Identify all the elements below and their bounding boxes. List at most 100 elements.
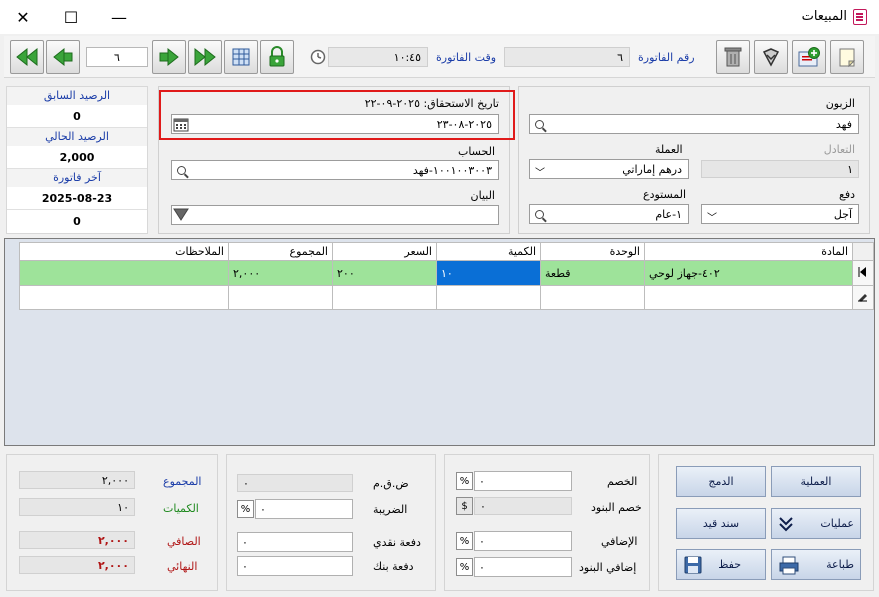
item-discount-label: خصم البنود bbox=[591, 501, 642, 514]
next-record-button[interactable] bbox=[152, 40, 186, 74]
cell-unit[interactable] bbox=[540, 285, 645, 310]
toolbar: ٦ ١٠:٤٥ وقت الفاتورة ٦ رقم الفاتورة bbox=[4, 36, 875, 78]
column-header-unit[interactable]: الوحدة bbox=[540, 242, 645, 261]
cell-item[interactable]: ٤٠٢-جهاز لوحي bbox=[644, 260, 853, 286]
save-label: حفظ bbox=[718, 558, 741, 571]
print-button[interactable]: طباعة bbox=[771, 549, 861, 580]
currency-select[interactable]: درهم إماراتي bbox=[529, 159, 689, 179]
discount-percent-toggle[interactable]: % bbox=[456, 472, 473, 490]
last-invoice-date: 2025-08-23 bbox=[7, 187, 147, 210]
total-value: ٢,٠٠٠ bbox=[19, 471, 135, 489]
search-icon bbox=[176, 165, 186, 175]
column-header-item[interactable]: المادة bbox=[644, 242, 853, 261]
trash-icon bbox=[724, 47, 742, 67]
vat-field: ٠ bbox=[237, 474, 353, 492]
customer-search-button[interactable] bbox=[529, 115, 549, 133]
cell-price[interactable] bbox=[332, 285, 437, 310]
column-header-price[interactable]: السعر bbox=[332, 242, 437, 261]
account-search-button[interactable] bbox=[171, 161, 191, 179]
item-discount-field: ٠ bbox=[474, 497, 572, 515]
cell-total[interactable] bbox=[228, 285, 333, 310]
due-date-label: تاريخ الاستحقاق: ٢٠٢٥-٠٩-٢٢ bbox=[364, 97, 499, 110]
last-record-button[interactable] bbox=[188, 40, 222, 74]
cell-item[interactable] bbox=[644, 285, 853, 310]
add-button[interactable] bbox=[792, 40, 826, 74]
cell-qty[interactable]: ١٠ bbox=[436, 260, 541, 286]
calendar-icon[interactable] bbox=[173, 116, 189, 132]
cash-payment-input[interactable]: ٠ bbox=[237, 532, 353, 552]
operations-button[interactable]: عمليات bbox=[771, 508, 861, 539]
arrow-left-icon bbox=[53, 47, 73, 67]
tax-panel: ٠ ض.ق.م % ٠ الضريبة ٠ دفعة نقدي ٠ دفعة ب… bbox=[226, 454, 436, 591]
invoice-date-input[interactable]: ٢٠٢٥-٠٨-٢٣ bbox=[171, 114, 499, 134]
payment-select[interactable]: آجل bbox=[701, 204, 859, 224]
clock-icon bbox=[310, 49, 326, 65]
search-icon bbox=[534, 119, 544, 129]
minimize-button[interactable]: — bbox=[96, 0, 142, 34]
filter-icon[interactable] bbox=[173, 207, 189, 223]
double-arrow-left-icon bbox=[16, 47, 38, 67]
cell-total[interactable]: ٢,٠٠٠ bbox=[228, 260, 333, 286]
currency-label: العملة bbox=[655, 143, 683, 156]
warehouse-input[interactable]: ١-عام bbox=[529, 204, 689, 224]
first-record-button[interactable] bbox=[10, 40, 44, 74]
discount-input[interactable]: ٠ bbox=[474, 471, 572, 491]
total-label: المجموع bbox=[163, 475, 202, 488]
net-label: الصافي bbox=[167, 535, 201, 548]
title-bar: ✕ ☐ — المبيعات bbox=[0, 0, 879, 34]
column-header-total[interactable]: المجموع bbox=[228, 242, 333, 261]
prev-record-button[interactable] bbox=[46, 40, 80, 74]
warehouse-search-button[interactable] bbox=[529, 205, 549, 223]
operation-button[interactable]: العملية bbox=[771, 466, 861, 497]
item-extra-percent-toggle[interactable]: % bbox=[456, 558, 473, 576]
item-discount-currency-toggle[interactable]: $ bbox=[456, 497, 473, 515]
extra-input[interactable]: ٠ bbox=[474, 531, 572, 551]
merge-button[interactable]: الدمج bbox=[676, 466, 766, 497]
new-row-selector[interactable] bbox=[852, 285, 874, 310]
items-grid: الملاحظات المجموع السعر الكمية الوحدة ال… bbox=[4, 238, 875, 446]
record-number-input[interactable]: ٦ bbox=[86, 47, 148, 67]
window-title: المبيعات bbox=[801, 9, 847, 24]
invoice-number-label: رقم الفاتورة bbox=[638, 51, 695, 64]
grid-view-button[interactable] bbox=[224, 40, 258, 74]
totals-panel: ٢,٠٠٠ المجموع ١٠ الكميات ٢,٠٠٠ الصافي ٢,… bbox=[6, 454, 218, 591]
customer-panel: الزبون فهد التعادل ١ العملة درهم إماراتي… bbox=[518, 86, 870, 234]
customer-label: الزبون bbox=[825, 97, 855, 110]
delete-button[interactable] bbox=[716, 40, 750, 74]
invoice-date-value: ٢٠٢٥-٠٨-٢٣ bbox=[436, 117, 492, 131]
account-input[interactable]: ١٠٠١٠٠٣٠٠٣-فهد bbox=[171, 160, 499, 180]
cell-notes[interactable] bbox=[19, 285, 229, 310]
diamond-icon bbox=[762, 48, 780, 67]
cell-price[interactable]: ٢٠٠ bbox=[332, 260, 437, 286]
column-header-notes[interactable]: الملاحظات bbox=[19, 242, 229, 261]
close-button[interactable]: ✕ bbox=[0, 0, 46, 34]
lock-button[interactable] bbox=[260, 40, 294, 74]
invoice-time-label: وقت الفاتورة bbox=[436, 51, 497, 64]
customer-input[interactable]: فهد bbox=[529, 114, 859, 134]
final-label: النهائي bbox=[167, 560, 198, 573]
table-row[interactable]: ٢,٠٠٠ ٢٠٠ ١٠ قطعة ٤٠٢-جهاز لوحي bbox=[19, 260, 874, 286]
operations-label: عمليات bbox=[820, 517, 854, 530]
column-header-qty[interactable]: الكمية bbox=[436, 242, 541, 261]
statement-input[interactable] bbox=[171, 205, 499, 225]
balance-panel: الرصيد السابق 0 الرصيد الحالي 2,000 آخر … bbox=[6, 86, 148, 234]
extra-percent-toggle[interactable]: % bbox=[456, 532, 473, 550]
new-row-icon bbox=[858, 294, 867, 302]
save-button[interactable]: حفظ bbox=[676, 549, 766, 580]
middle-panel: تاريخ الاستحقاق: ٢٠٢٥-٠٩-٢٢ ٢٠٢٥-٠٨-٢٣ ا… bbox=[158, 86, 515, 234]
bank-payment-input[interactable]: ٠ bbox=[237, 556, 353, 576]
voucher-button[interactable]: سند قيد bbox=[676, 508, 766, 539]
filter-button[interactable] bbox=[754, 40, 788, 74]
item-extra-input[interactable]: ٠ bbox=[474, 557, 572, 577]
warehouse-label: المستودع bbox=[643, 188, 687, 201]
lock-icon bbox=[269, 46, 285, 67]
maximize-button[interactable]: ☐ bbox=[48, 0, 94, 34]
new-document-button[interactable] bbox=[830, 40, 864, 74]
table-row-new[interactable] bbox=[19, 285, 874, 310]
cell-notes[interactable] bbox=[19, 260, 229, 286]
row-selector[interactable] bbox=[852, 260, 874, 286]
cell-unit[interactable]: قطعة bbox=[540, 260, 645, 286]
tax-input[interactable]: ٠ bbox=[255, 499, 353, 519]
tax-percent-toggle[interactable]: % bbox=[237, 500, 254, 518]
cell-qty[interactable] bbox=[436, 285, 541, 310]
